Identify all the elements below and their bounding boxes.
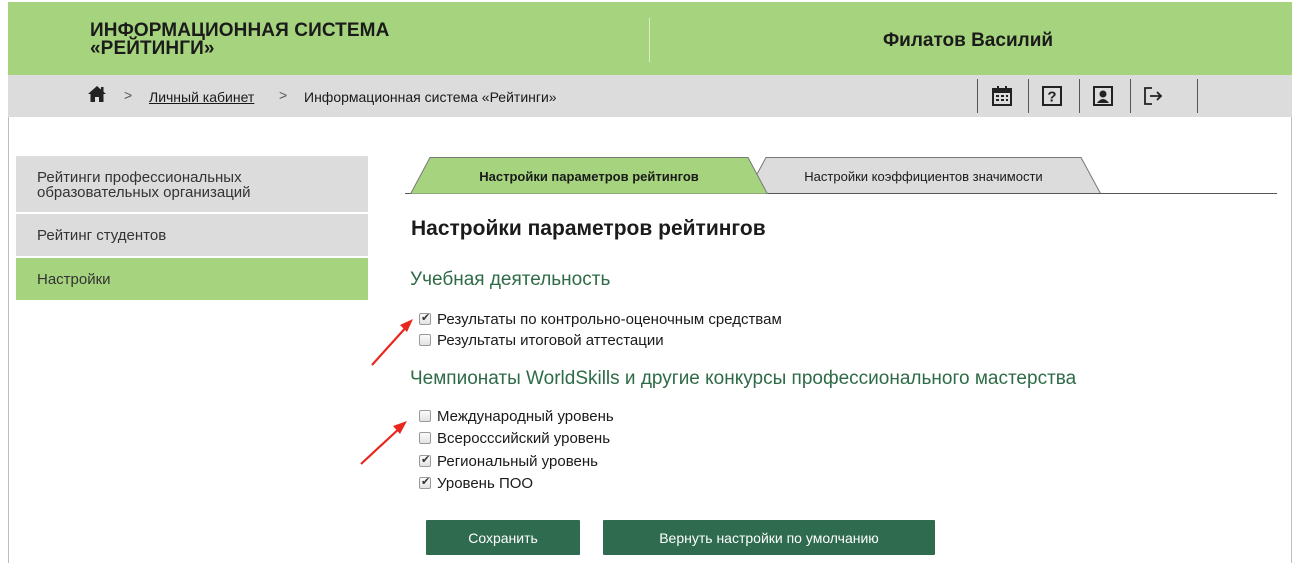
checkbox-unchecked[interactable] xyxy=(419,410,431,422)
option-regional-level[interactable]: Региональный уровень xyxy=(419,452,598,470)
option-international-level[interactable]: Международный уровень xyxy=(419,407,614,425)
sidebar-item-label: Настройки xyxy=(37,270,111,288)
user-name: Филатов Василий xyxy=(882,30,1054,51)
tab-label: Настройки коэффициентов значимости xyxy=(804,169,1043,184)
checkbox-unchecked[interactable] xyxy=(419,432,431,444)
app-header: ИНФОРМАЦИОННАЯ СИСТЕМА «РЕЙТИНГИ» Филато… xyxy=(8,2,1292,75)
sidebar: Рейтинги профессиональных образовательны… xyxy=(16,156,368,302)
save-button[interactable]: Сохранить xyxy=(426,520,580,555)
tab-rating-parameters[interactable]: Настройки параметров рейтингов xyxy=(410,157,768,194)
option-label: Результаты итоговой аттестации xyxy=(437,331,664,349)
breadcrumb-current: Информационная система «Рейтинги» xyxy=(304,89,557,105)
sidebar-item-label: Рейтинг студентов xyxy=(37,226,167,244)
sidebar-item-org-ratings[interactable]: Рейтинги профессиональных образовательны… xyxy=(16,156,368,214)
home-icon[interactable] xyxy=(87,84,107,104)
annotation-arrow-icon xyxy=(371,319,413,366)
breadcrumb-separator-icon: > xyxy=(124,87,133,103)
tab-label: Настройки параметров рейтингов xyxy=(479,169,699,184)
breadcrumb-separator-icon: > xyxy=(279,87,288,103)
checkbox-checked[interactable] xyxy=(419,311,431,325)
toolbar-divider xyxy=(1079,79,1080,113)
option-poo-level[interactable]: Уровень ПОО xyxy=(419,474,533,492)
section-title-worldskills: Чемпионаты WorldSkills и другие конкурсы… xyxy=(410,368,1077,389)
option-label: Уровень ПОО xyxy=(437,474,534,492)
option-label: Всеросссийский уровень xyxy=(437,429,611,447)
breadcrumb-link-cabinet[interactable]: Личный кабинет xyxy=(149,89,254,105)
section-title-education: Учебная деятельность xyxy=(410,269,611,290)
logout-icon[interactable] xyxy=(1135,79,1171,113)
toolbar-divider xyxy=(1197,79,1198,113)
tab-significance-coefficients[interactable]: Настройки коэффициентов значимости xyxy=(746,157,1101,194)
toolbar-divider xyxy=(1130,79,1131,113)
toolbar-divider xyxy=(1028,79,1029,113)
option-label: Региональный уровень xyxy=(437,452,598,470)
help-icon[interactable]: ? xyxy=(1034,79,1070,113)
toolbar-divider xyxy=(977,79,978,113)
annotation-arrow-icon xyxy=(360,421,407,465)
calendar-icon[interactable] xyxy=(984,79,1020,113)
breadcrumb: > Личный кабинет > Информационная систем… xyxy=(8,75,1292,117)
reset-defaults-button[interactable]: Вернуть настройки по умолчанию xyxy=(603,520,935,555)
help-glyph: ? xyxy=(1047,89,1056,106)
option-label: Результаты по контрольно-оценочным средс… xyxy=(437,310,782,328)
page-title: Настройки параметров рейтингов xyxy=(411,217,766,240)
checkbox-checked[interactable] xyxy=(419,475,431,489)
sidebar-item-settings[interactable]: Настройки xyxy=(16,258,368,302)
option-national-level[interactable]: Всеросссийский уровень xyxy=(419,429,610,447)
sidebar-item-student-rating[interactable]: Рейтинг студентов xyxy=(16,214,368,258)
app-title: ИНФОРМАЦИОННАЯ СИСТЕМА «РЕЙТИНГИ» xyxy=(90,20,390,59)
option-final-attestation[interactable]: Результаты итоговой аттестации xyxy=(419,331,664,349)
checkbox-checked[interactable] xyxy=(419,453,431,467)
profile-icon[interactable] xyxy=(1085,79,1121,113)
checkbox-unchecked[interactable] xyxy=(419,334,431,346)
sidebar-item-label: Рейтинги профессиональных образовательны… xyxy=(37,169,251,201)
option-control-assessment[interactable]: Результаты по контрольно-оценочным средс… xyxy=(419,310,782,328)
option-label: Международный уровень xyxy=(437,407,614,425)
